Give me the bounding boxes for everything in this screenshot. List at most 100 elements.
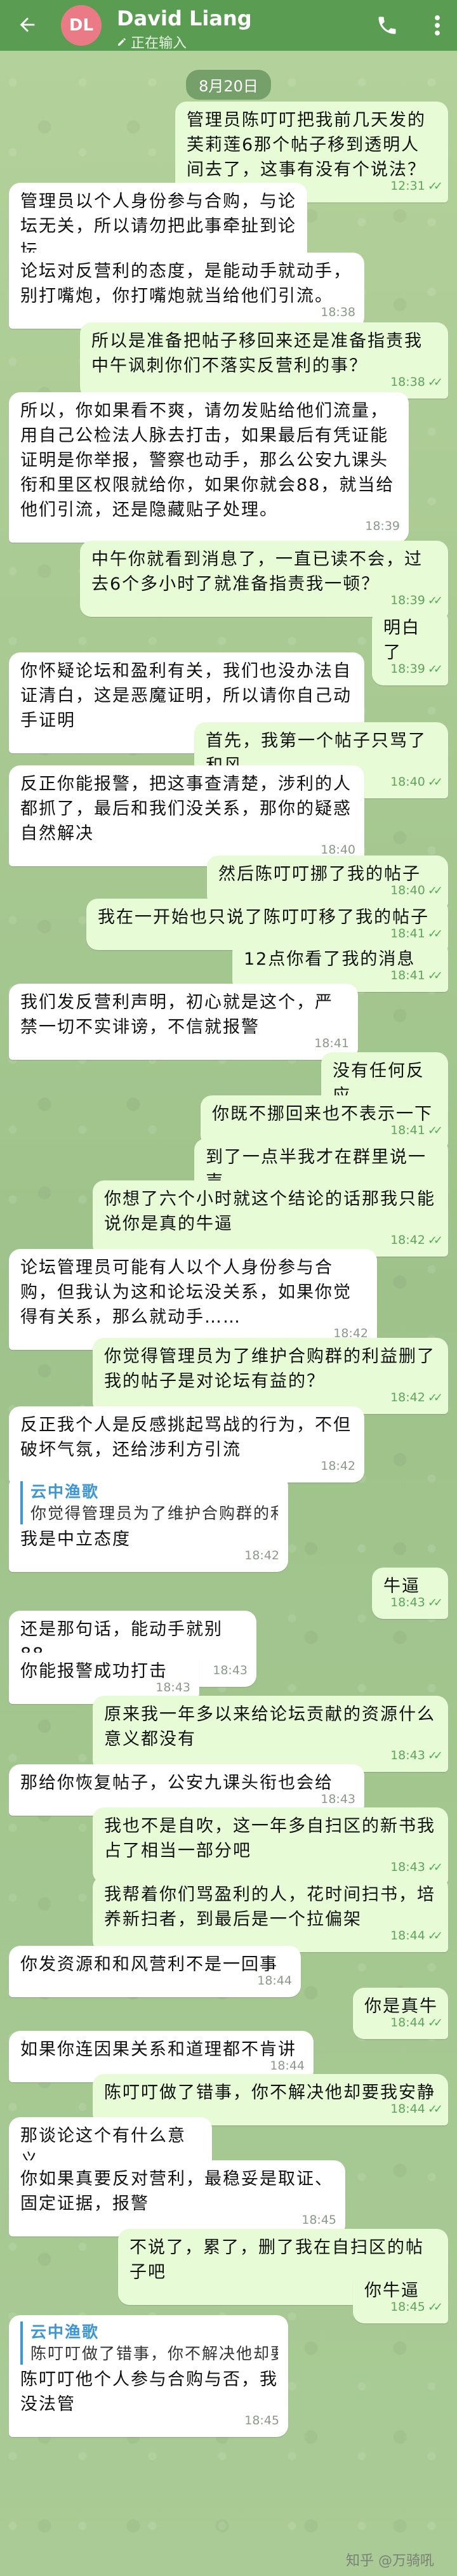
quote-author: 云中渔歌 [30, 2323, 100, 2341]
message-row: 你发资源和和风营利不是一回事 18:44 [0, 1946, 457, 1997]
watermark: 知乎 @万骑吼 [346, 2553, 434, 2569]
message-row: 牛逼 18:43 ✓✓ [0, 1568, 457, 1619]
message-time: 18:38 [321, 305, 355, 319]
message-row: 我在一开始也只说了陈叮叮移了我的帖子 18:41 ✓✓ [0, 899, 457, 950]
message-row: 你牛逼 18:45 ✓✓ [0, 2272, 457, 2323]
message-text: 如果你连因果关系和道理都不肯讲 [20, 2040, 296, 2059]
incoming-message-bubble[interactable]: 论坛管理员可能有人以个人身份参与合购，但我认为这和论坛没关系，如果你觉得有关系，… [9, 1249, 377, 1350]
pencil-icon [118, 37, 126, 46]
message-text: 那给你恢复帖子，公安九课头衔也会给 [20, 1773, 333, 1793]
message-row: 你是真牛 18:44 ✓✓ [0, 1988, 457, 2039]
message-text: 论坛对反营利的态度，是能动手就动手，别打嘴炮，你打嘴炮就当给他们引流。 [20, 261, 352, 306]
message-row: 你能报警成功打击 18:43 [0, 1653, 457, 1704]
message-row: 还是那句话，能动手就别8818:43 [0, 1611, 457, 1687]
message-row: 没有任何反应18:41✓✓ [0, 1052, 457, 1128]
message-row: 如果你连因果关系和道理都不肯讲 18:44 [0, 2031, 457, 2082]
message-row: 管理员陈叮叮把我前几天发的芙莉莲6那个帖子移到透明人间去了，这事有没有个说法？ 1… [0, 102, 457, 202]
message-row: 我们发反营利声明，初心就是这个，严禁一切不实诽谤，不信就报警 18:41 [0, 984, 457, 1060]
message-text: 你发资源和和风营利不是一回事 [20, 1955, 278, 1974]
message-row: 你怀疑论坛和盈利有关，我们也没办法自证清白，这是恶魔证明，所以请你自己动手证明1… [0, 652, 457, 753]
typing-status: 正在输入 [117, 32, 187, 52]
message-row: 我也不是自吹，这一年多自扫区的新书我占了相当一部分吧 18:43 ✓✓ [0, 1807, 457, 1884]
incoming-message-bubble[interactable]: 云中渔歌陈叮叮做了错事，你不解决他却要我安静陈叮叮他个人参与合购与否，我没法管1… [9, 2315, 288, 2437]
incoming-message-bubble[interactable]: 我们发反营利声明，初心就是这个，严禁一切不实诽谤，不信就报警 18:41 [9, 984, 358, 1060]
quote-text: 陈叮叮做了错事，你不解决他却要我安静 [30, 2344, 278, 2363]
quote-author: 云中渔歌 [30, 1483, 100, 1501]
message-row: 12点你看了我的消息 18:41 ✓✓ [0, 941, 457, 992]
message-meta: 18:45 [244, 2408, 279, 2433]
message-text: 中午你就看到消息了，一直已读不会，过去6个多小时了就准备指责我一顿？ [91, 550, 423, 594]
message-text: 所以，你如果看不爽，请勿发贴给他们流量，用自己公检法人脉去打击，如果最后有凭证能… [20, 401, 395, 520]
message-row: 首先，我第一个帖子只骂了和风18:40✓✓ [0, 722, 457, 798]
status-text: 正在输入 [131, 36, 187, 51]
message-row: 明白了 18:39 ✓✓ [0, 609, 457, 685]
message-meta: 18:38 [321, 300, 355, 325]
incoming-message-bubble[interactable]: 云中渔歌你觉得管理员为了维护合购群的利益删了我的... 我是中立态度 18:42 [9, 1475, 288, 1572]
message-row: 然后陈叮叮挪了我的帖子 18:40 ✓✓ [0, 855, 457, 907]
contact-name[interactable]: David Liang [117, 6, 252, 30]
message-text: 陈叮叮做了错事，你不解决他却要我安静 [104, 2083, 435, 2103]
message-text: 你觉得管理员为了维护合购群的利益删了我的帖子是对论坛有益的？ [104, 1347, 435, 1391]
message-row: 到了一点半我才在群里说一声18:41✓✓ [0, 1139, 457, 1215]
message-text: 我也不是自吹，这一年多自扫区的新书我占了相当一部分吧 [104, 1816, 435, 1861]
message-text: 管理员陈叮叮把我前几天发的芙莉莲6那个帖子移到透明人间去了，这事有没有个说法？ [187, 110, 426, 180]
incoming-message-bubble[interactable]: 所以，你如果看不爽，请勿发贴给他们流量，用自己公检法人脉去打击，如果最后有凭证能… [9, 392, 409, 543]
back-arrow-icon[interactable] [17, 14, 38, 36]
avatar[interactable]: DL [61, 5, 102, 46]
message-text: 反正你能报警，把这事查清楚，涉利的人都抓了，最后和我们没关系，那你的疑惑自然解决 [20, 774, 352, 843]
message-row: 你觉得管理员为了维护合购群的利益删了我的帖子是对论坛有益的？ 18:42 ✓✓ [0, 1338, 457, 1414]
message-text: 所以是准备把帖子移回来还是准备指责我中午讽刺你们不落实反营利的事？ [91, 331, 423, 376]
outgoing-message-bubble[interactable]: 中午你就看到消息了，一直已读不会，过去6个多小时了就准备指责我一顿？ 18:39 ✓… [80, 541, 448, 617]
phone-call-icon[interactable] [376, 14, 399, 37]
message-row: 那谈论这个有什么意义18:44 [0, 2117, 457, 2193]
reply-quote[interactable]: 云中渔歌你觉得管理员为了维护合购群的利益删了我的... [20, 1481, 278, 1524]
message-row: 那给你恢复帖子，公安九课头衔也会给 18:43 [0, 1764, 457, 1816]
incoming-message-bubble[interactable]: 反正我个人是反感挑起骂战的行为，不但破坏气氛，还给涉利方引流 18:42 [9, 1406, 364, 1483]
message-row: 反正你能报警，把这事查清楚，涉利的人都抓了，最后和我们没关系，那你的疑惑自然解决… [0, 765, 457, 866]
message-row: 你想了六个小时就这个结论的话那我只能说你是真的牛逼 18:42 ✓✓ [0, 1180, 457, 1257]
message-time: 18:38 [390, 375, 425, 389]
message-text: 我是中立态度 [20, 1529, 131, 1549]
message-row: 你既不挪回来也不表示一下 18:41 ✓✓ [0, 1095, 457, 1147]
message-row: 所以是准备把帖子移回来还是准备指责我中午讽刺你们不落实反营利的事？ 18:38 ✓✓ [0, 322, 457, 399]
message-row: 论坛对反营利的态度，是能动手就动手，别打嘴炮，你打嘴炮就当给他们引流。 18:38 [0, 253, 457, 329]
message-row: 我帮着你们骂盈利的人，花时间扫书，培养新扫者，到最后是一个拉偏架 18:44 ✓✓ [0, 1876, 457, 1952]
chat-header: DL David Liang 正在输入 [0, 0, 457, 51]
incoming-message-bubble[interactable]: 你如果真要反对营利，最稳妥是取证、固定证据，报警 18:45 [9, 2160, 345, 2236]
message-text: 论坛管理员可能有人以个人身份参与合购，但我认为这和论坛没关系，如果你觉得有关系，… [20, 1258, 352, 1327]
message-row: 中午你就看到消息了，一直已读不会，过去6个多小时了就准备指责我一顿？ 18:39 ✓… [0, 541, 457, 617]
message-row: 你如果真要反对营利，最稳妥是取证、固定证据，报警 18:45 [0, 2160, 457, 2236]
message-time: 18:45 [244, 2414, 279, 2427]
double-check-icon: ✓✓ [427, 1929, 443, 1943]
message-meta: 18:38 ✓✓ [390, 370, 443, 395]
outgoing-message-bubble[interactable]: 你觉得管理员为了维护合购群的利益删了我的帖子是对论坛有益的？ 18:42 ✓✓ [93, 1338, 448, 1414]
date-label: 8月20日 [186, 70, 271, 100]
incoming-message-bubble[interactable]: 反正你能报警，把这事查清楚，涉利的人都抓了，最后和我们没关系，那你的疑惑自然解决… [9, 765, 364, 866]
incoming-message-bubble[interactable]: 论坛对反营利的态度，是能动手就动手，别打嘴炮，你打嘴炮就当给他们引流。 18:38 [9, 253, 364, 329]
message-time: 18:39 [365, 519, 400, 533]
message-row: 所以，你如果看不爽，请勿发贴给他们流量，用自己公检法人脉去打击，如果最后有凭证能… [0, 392, 457, 543]
message-row: 论坛管理员可能有人以个人身份参与合购，但我认为这和论坛没关系，如果你觉得有关系，… [0, 1249, 457, 1350]
outgoing-message-bubble[interactable]: 我帮着你们骂盈利的人，花时间扫书，培养新扫者，到最后是一个拉偏架 18:44 ✓✓ [93, 1876, 448, 1952]
message-row: 云中渔歌你觉得管理员为了维护合购群的利益删了我的... 我是中立态度 18:42 [0, 1475, 457, 1572]
reply-quote[interactable]: 云中渔歌陈叮叮做了错事，你不解决他却要我安静 [20, 2322, 278, 2365]
double-check-icon: ✓✓ [427, 376, 443, 389]
date-separator: 8月20日 [0, 70, 457, 100]
outgoing-message-bubble[interactable]: 原来我一年多以来给论坛贡献的资源什么意义都没有 18:43 ✓✓ [93, 1696, 448, 1772]
message-text: 原来我一年多以来给论坛贡献的资源什么意义都没有 [104, 1705, 435, 1749]
message-row: 陈叮叮做了错事，你不解决他却要我安静 18:44 ✓✓ [0, 2074, 457, 2125]
message-meta: 18:44 ✓✓ [390, 1924, 443, 1948]
message-text: 我们发反营利声明，初心就是这个，严禁一切不实诽谤，不信就报警 [20, 993, 333, 1037]
outgoing-message-bubble[interactable]: 我也不是自吹，这一年多自扫区的新书我占了相当一部分吧 18:43 ✓✓ [93, 1807, 448, 1884]
outgoing-message-bubble[interactable]: 所以是准备把帖子移回来还是准备指责我中午讽刺你们不落实反营利的事？ 18:38 ✓✓ [80, 322, 448, 399]
message-text: 反正我个人是反感挑起骂战的行为，不但破坏气氛，还给涉利方引流 [20, 1415, 352, 1460]
message-text: 陈叮叮他个人参与合购与否，我没法管 [20, 2370, 278, 2414]
message-row: 管理员以个人身份参与合购，与论坛无关，所以请勿把此事牵扯到论坛18:37 [0, 183, 457, 284]
more-options-icon[interactable] [433, 14, 442, 37]
message-time: 18:44 [390, 1929, 425, 1943]
message-row: 反正我个人是反感挑起骂战的行为，不但破坏气氛，还给涉利方引流 18:42 [0, 1406, 457, 1483]
message-time: 18:42 [244, 1549, 279, 1562]
message-meta: 18:39 [365, 514, 400, 539]
outgoing-message-bubble[interactable]: 你想了六个小时就这个结论的话那我只能说你是真的牛逼 18:42 ✓✓ [93, 1180, 448, 1257]
message-text: 我帮着你们骂盈利的人，花时间扫书，培养新扫者，到最后是一个拉偏架 [104, 1885, 435, 1929]
